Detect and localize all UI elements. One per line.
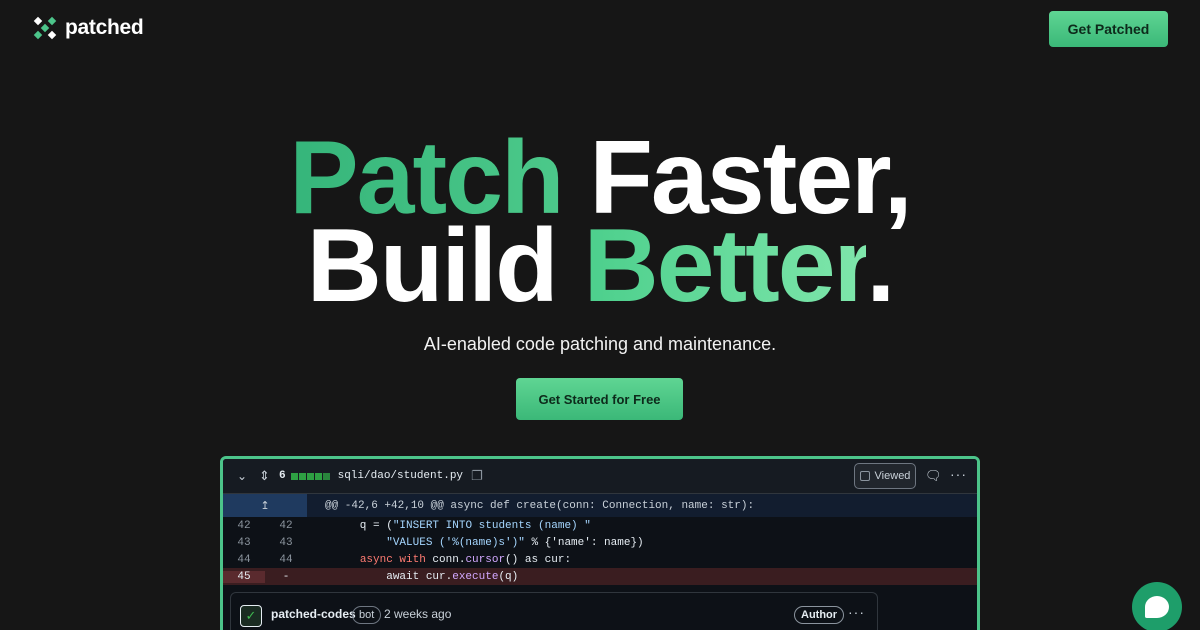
diff-hunk-header: ↥ @@ -42,6 +42,10 @@ async def create(co… xyxy=(223,494,977,517)
code-text: "VALUES ('%(name)s')" % {'name': name}) xyxy=(307,536,644,549)
diff-line: 44 44 async with conn.cursor() as cur: xyxy=(223,551,977,568)
new-line-number[interactable]: 43 xyxy=(265,537,307,549)
hunk-header-text: @@ -42,6 +42,10 @@ async def create(conn… xyxy=(325,499,755,512)
code-token: () as cur: xyxy=(505,553,572,566)
chat-widget-button[interactable] xyxy=(1132,582,1182,630)
diff-line: 42 42 q = ("INSERT INTO students (name) … xyxy=(223,517,977,534)
code-text: await cur.execute(q) xyxy=(307,571,518,583)
old-line-number[interactable]: 43 xyxy=(223,537,265,549)
code-token: (q) xyxy=(498,570,519,583)
hero-word-better: Better xyxy=(583,208,869,324)
new-line-number[interactable]: 44 xyxy=(265,554,307,566)
new-line-number[interactable]: 42 xyxy=(265,520,307,532)
expand-icon[interactable]: ⇕ xyxy=(259,468,273,484)
chat-bubble-icon xyxy=(1145,596,1169,618)
old-line-number[interactable]: 42 xyxy=(223,520,265,532)
viewed-checkbox-button[interactable]: Viewed xyxy=(854,463,916,489)
chevron-down-icon[interactable]: ⌄ xyxy=(237,469,251,483)
author-badge: Author xyxy=(794,606,845,624)
brand-logo[interactable]: patched xyxy=(33,16,144,40)
get-patched-button[interactable]: Get Patched xyxy=(1049,11,1168,47)
code-token: await cur. xyxy=(307,570,453,583)
diff-line-deleted: 45 - await cur.execute(q) xyxy=(223,568,977,585)
checkmark-avatar-icon[interactable]: ✓ xyxy=(240,605,262,627)
old-line-number[interactable]: 44 xyxy=(223,554,265,566)
diff-change-count: 6 xyxy=(279,470,286,482)
brand-name: patched xyxy=(65,16,144,39)
get-started-button[interactable]: Get Started for Free xyxy=(516,378,683,420)
comment-author[interactable]: patched-codes xyxy=(271,607,356,621)
hero-headline-line-2: Build Better. xyxy=(0,214,1200,318)
code-token: conn. xyxy=(425,553,466,566)
diff-stat-block xyxy=(306,472,314,480)
viewed-label: Viewed xyxy=(874,470,911,482)
expand-up-icon[interactable]: ↥ xyxy=(223,494,307,517)
hero-period: . xyxy=(866,208,895,324)
code-text: q = ("INSERT INTO students (name) " xyxy=(307,520,591,532)
more-options-icon[interactable]: ··· xyxy=(848,604,865,620)
diff-panel: ⌄ ⇕ 6 sqli/dao/student.py ❐ Viewed 🗨 ···… xyxy=(220,456,980,630)
diff-marker: - xyxy=(265,570,307,583)
hero-word-build: Build xyxy=(306,208,584,324)
diff-stat-block xyxy=(322,472,330,480)
hero-subtitle: AI-enabled code patching and maintenance… xyxy=(423,334,777,354)
more-options-icon[interactable]: ··· xyxy=(950,466,967,482)
code-keyword: async with xyxy=(359,553,426,566)
checkbox-icon[interactable] xyxy=(859,471,870,481)
code-function: execute xyxy=(452,570,499,583)
diff-file-path[interactable]: sqli/dao/student.py xyxy=(338,470,463,482)
code-text: async with conn.cursor() as cur: xyxy=(307,554,571,566)
review-comment: ✓ patched-codes bot 2 weeks ago Author ·… xyxy=(230,592,878,630)
patched-logo-icon xyxy=(33,16,57,40)
diff-stat-blocks xyxy=(290,472,330,480)
diff-line: 43 43 "VALUES ('%(name)s')" % {'name': n… xyxy=(223,534,977,551)
code-token: q = ( xyxy=(307,519,393,532)
diff-stat-block xyxy=(298,472,306,480)
code-function: cursor xyxy=(465,553,506,566)
bot-badge: bot xyxy=(352,606,382,624)
diff-file-header: ⌄ ⇕ 6 sqli/dao/student.py ❐ Viewed 🗨 ··· xyxy=(223,459,977,494)
code-string: "INSERT INTO students (name) " xyxy=(392,519,591,532)
comment-timestamp[interactable]: 2 weeks ago xyxy=(384,607,451,621)
copy-icon[interactable]: ❐ xyxy=(471,468,483,484)
comment-icon[interactable]: 🗨 xyxy=(925,468,942,484)
code-string: "VALUES ('%(name)s')" xyxy=(386,536,525,549)
diff-stat-block xyxy=(290,472,298,480)
diff-stat-block xyxy=(314,472,322,480)
code-token: % {'name': name}) xyxy=(524,536,644,549)
old-line-number[interactable]: 45 xyxy=(223,570,265,583)
